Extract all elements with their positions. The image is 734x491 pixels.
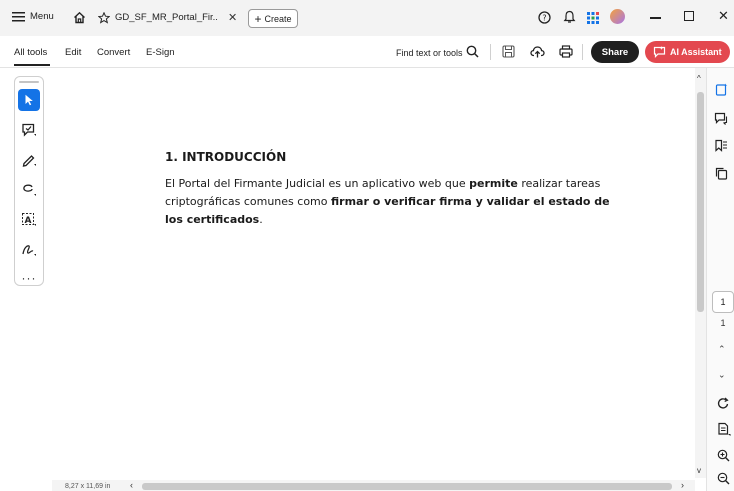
ai-assistant-icon xyxy=(653,46,666,58)
share-button[interactable]: Share xyxy=(591,41,639,63)
total-pages-label: 1 xyxy=(720,318,726,328)
close-window-icon[interactable]: ✕ xyxy=(718,8,729,24)
share-label: Share xyxy=(601,46,629,58)
ai-page-icon xyxy=(715,83,727,96)
avatar[interactable] xyxy=(610,9,625,24)
minimize-icon[interactable] xyxy=(650,17,661,19)
select-tool-button[interactable] xyxy=(18,89,40,111)
menu-e-sign[interactable]: E-Sign xyxy=(146,47,175,58)
close-tab-icon[interactable]: ✕ xyxy=(228,11,237,24)
comments-panel-icon[interactable] xyxy=(707,108,734,128)
document-viewer xyxy=(0,68,706,491)
menu-label: Menu xyxy=(30,11,54,22)
lasso-tool[interactable] xyxy=(18,179,40,201)
add-comment-tool[interactable] xyxy=(18,119,40,141)
horizontal-scroll-thumb[interactable] xyxy=(142,483,672,490)
section-heading: 1. INTRODUCCIÓN xyxy=(165,150,287,164)
cursor-arrow-icon xyxy=(25,94,33,106)
ai-assistant-button[interactable]: AI Assistant xyxy=(645,41,730,63)
plus-icon: + xyxy=(254,11,262,26)
scroll-down-icon[interactable]: v xyxy=(697,466,701,475)
ai-assistant-label: AI Assistant xyxy=(670,47,722,57)
bookmark-icon xyxy=(715,139,727,152)
comment-bubble-icon xyxy=(714,112,728,125)
find-text-label[interactable]: Find text or tools xyxy=(396,48,463,58)
create-button[interactable]: + Create xyxy=(248,9,298,28)
scroll-up-icon[interactable]: ^ xyxy=(697,74,701,83)
more-tools-icon[interactable]: ··· xyxy=(18,267,40,289)
menu-edit[interactable]: Edit xyxy=(65,47,81,58)
svg-text:A: A xyxy=(25,216,32,226)
document-tab[interactable]: GD_SF_MR_Portal_Fir.. ✕ xyxy=(92,10,240,30)
signature-icon xyxy=(22,245,36,256)
menu-convert[interactable]: Convert xyxy=(97,47,130,58)
signature-tool[interactable] xyxy=(18,239,40,261)
lasso-icon xyxy=(23,184,36,196)
text-box-tool[interactable]: A xyxy=(18,209,40,231)
text-box-icon: A xyxy=(22,213,36,226)
cloud-upload-icon[interactable] xyxy=(530,44,545,59)
scroll-left-icon[interactable]: ‹ xyxy=(130,480,133,490)
menu-button[interactable]: Menu xyxy=(12,11,54,22)
quick-tools-panel: A ··· xyxy=(14,76,44,286)
star-icon[interactable] xyxy=(98,12,110,24)
zoom-out-icon[interactable] xyxy=(717,472,730,485)
panel-grip[interactable] xyxy=(19,81,39,83)
maximize-icon[interactable] xyxy=(684,11,694,21)
para-text-3: . xyxy=(259,213,263,226)
title-bar: Menu GD_SF_MR_Portal_Fir.. ✕ + Create ? … xyxy=(0,0,734,36)
pages-panel-icon[interactable] xyxy=(707,163,734,183)
comment-icon xyxy=(22,123,36,137)
vertical-scroll-thumb[interactable] xyxy=(697,92,704,312)
search-icon[interactable] xyxy=(466,45,479,58)
bookmarks-panel-icon[interactable] xyxy=(707,135,734,155)
page-fit-icon[interactable] xyxy=(717,422,731,436)
help-icon[interactable]: ? xyxy=(538,11,551,24)
para-text-1: El Portal del Firmante Judicial es un ap… xyxy=(165,177,470,190)
intro-paragraph: El Portal del Firmante Judicial es un ap… xyxy=(165,175,615,229)
para-bold-1: permite xyxy=(469,177,518,190)
scroll-right-icon[interactable]: › xyxy=(681,480,684,490)
zoom-in-icon[interactable] xyxy=(717,449,730,462)
previous-page-icon[interactable]: ⌃ xyxy=(718,344,726,355)
save-icon[interactable] xyxy=(502,45,515,58)
create-label: Create xyxy=(264,13,292,24)
home-icon[interactable] xyxy=(73,11,86,24)
main-toolbar: All tools Edit Convert E-Sign Find text … xyxy=(0,36,734,68)
hamburger-icon xyxy=(12,11,25,21)
rotate-icon[interactable] xyxy=(717,397,730,410)
menu-all-tools[interactable]: All tools xyxy=(14,47,47,58)
current-page-input[interactable]: 1 xyxy=(712,291,734,313)
ai-generate-icon[interactable] xyxy=(707,79,734,99)
next-page-icon[interactable]: ⌃ xyxy=(718,368,726,379)
page-size-label: 8,27 x 11,69 in xyxy=(65,483,111,490)
toolbar-divider xyxy=(490,44,491,60)
pencil-icon xyxy=(22,155,36,167)
draw-tool[interactable] xyxy=(18,149,40,171)
print-icon[interactable] xyxy=(559,45,573,58)
tab-title: GD_SF_MR_Portal_Fir.. xyxy=(115,12,218,23)
apps-grid-icon[interactable] xyxy=(587,10,601,24)
copy-pages-icon xyxy=(715,167,727,180)
active-tab-indicator xyxy=(14,64,50,66)
toolbar-divider-2 xyxy=(582,44,583,60)
svg-text:?: ? xyxy=(542,14,546,23)
notification-bell-icon[interactable] xyxy=(563,10,576,24)
